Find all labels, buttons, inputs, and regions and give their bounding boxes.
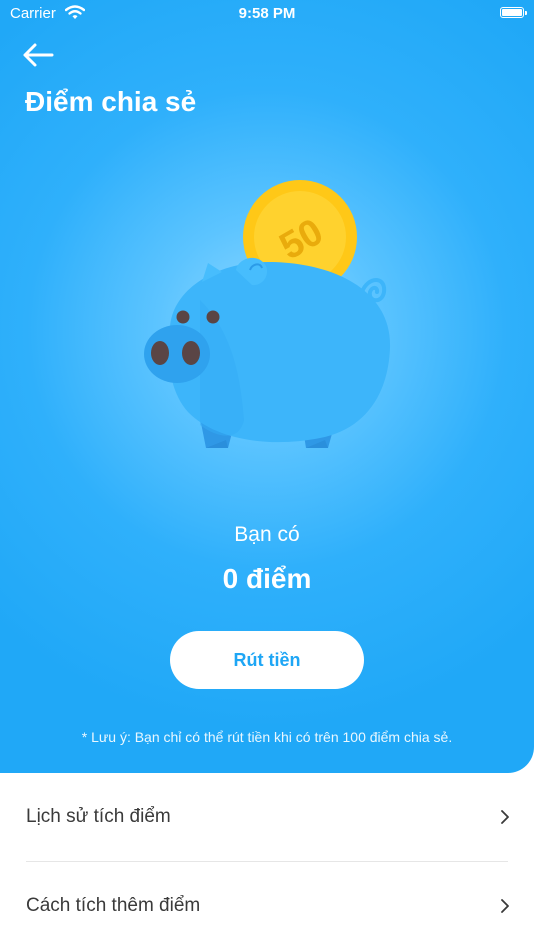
menu-item-points-history[interactable]: Lịch sử tích điểm xyxy=(0,773,534,861)
menu-item-earn-more[interactable]: Cách tích thêm điểm xyxy=(0,862,534,950)
status-bar: Carrier 9:58 PM xyxy=(0,0,534,28)
menu-item-label: Lịch sử tích điểm xyxy=(26,806,171,827)
balance-value: 0 điểm xyxy=(222,563,312,594)
status-time: 9:58 PM xyxy=(238,5,296,22)
arrow-left-icon xyxy=(23,43,54,67)
chevron-right-icon xyxy=(501,810,509,824)
back-button[interactable] xyxy=(22,40,58,70)
withdraw-note: * Lưu ý: Bạn chỉ có thể rút tiền khi có … xyxy=(81,729,453,745)
battery-icon xyxy=(500,7,527,18)
page-title: Điểm chia sẻ xyxy=(25,86,197,117)
balance-label: Bạn có xyxy=(234,523,300,546)
menu-item-label: Cách tích thêm điểm xyxy=(26,895,201,916)
chevron-right-icon xyxy=(501,899,509,913)
piggy-bank-illustration: 50 xyxy=(144,180,391,448)
withdraw-button[interactable]: Rút tiền xyxy=(170,631,364,689)
header-banner: Carrier 9:58 PM Điểm chia sẻ 50 Bạn có 0… xyxy=(0,0,534,773)
